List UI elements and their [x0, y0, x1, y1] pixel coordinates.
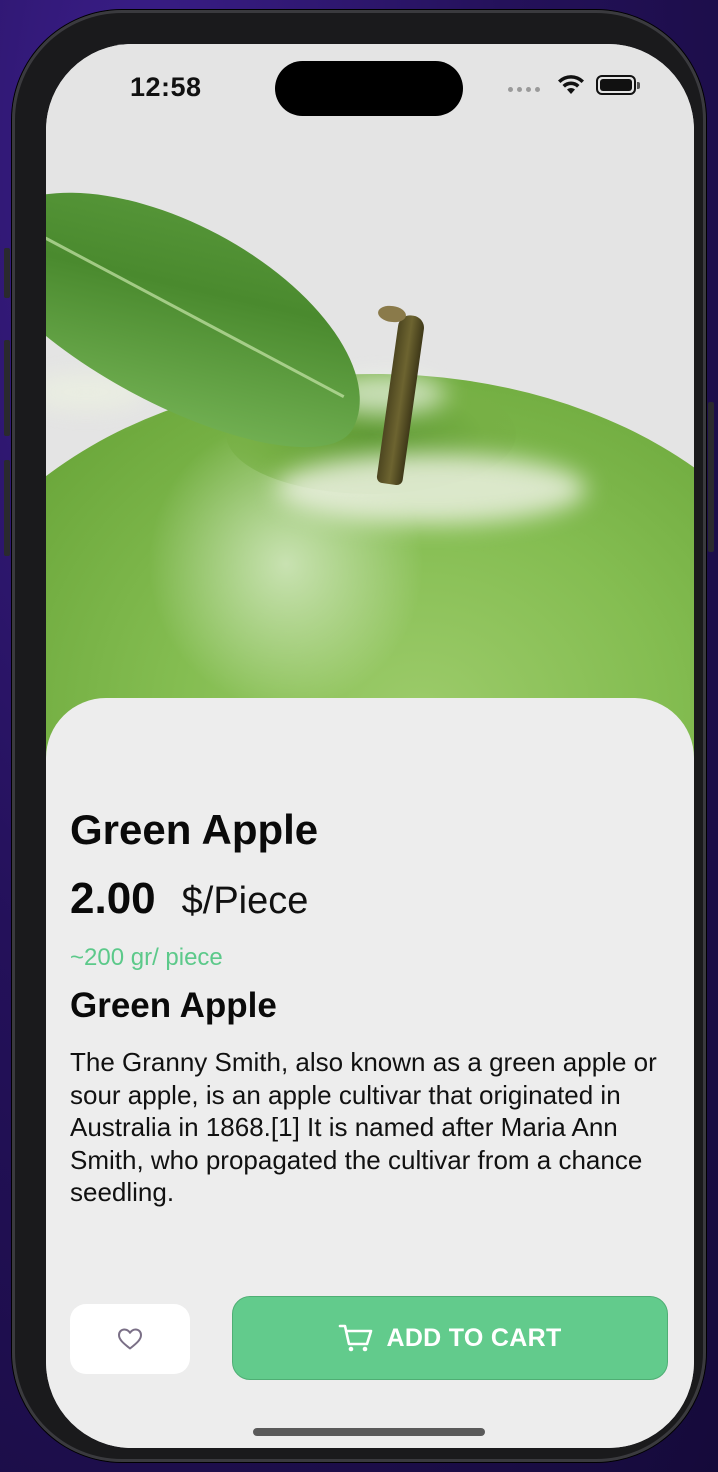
volume-up-button — [4, 340, 10, 436]
product-title: Green Apple — [70, 806, 319, 853]
status-icons — [508, 74, 640, 96]
wifi-icon — [558, 75, 584, 94]
product-description: The Granny Smith, also known as a green … — [70, 1047, 657, 1207]
price-unit: $/Piece — [181, 880, 309, 922]
product-price: 2.00 — [70, 874, 156, 923]
volume-down-button — [4, 460, 10, 556]
cart-icon — [339, 1324, 373, 1352]
phone-frame: 12:58 Green Apple 2.00 $/Piece ~200 gr/ … — [4, 10, 714, 1462]
status-time: 12:58 — [130, 72, 202, 102]
product-detail-card: Green Apple 2.00 $/Piece ~200 gr/ piece … — [46, 698, 694, 1448]
description-title: Green Apple — [70, 986, 277, 1025]
apple-highlight — [276, 454, 586, 524]
weight-note: ~200 gr/ piece — [70, 944, 223, 971]
power-button — [708, 402, 714, 552]
price-row: 2.00 $/Piece — [70, 874, 308, 924]
favorite-button[interactable] — [70, 1304, 190, 1374]
screen: 12:58 Green Apple 2.00 $/Piece ~200 gr/ … — [46, 44, 694, 1448]
add-to-cart-button[interactable]: ADD TO CART — [232, 1296, 668, 1380]
add-to-cart-label: ADD TO CART — [386, 1323, 562, 1352]
product-image — [46, 44, 694, 804]
dynamic-island — [275, 61, 463, 116]
home-indicator[interactable] — [253, 1428, 485, 1436]
signal-icon — [508, 78, 540, 92]
mute-switch — [4, 248, 10, 298]
battery-icon — [596, 75, 640, 95]
heart-outline-icon — [118, 1328, 142, 1350]
